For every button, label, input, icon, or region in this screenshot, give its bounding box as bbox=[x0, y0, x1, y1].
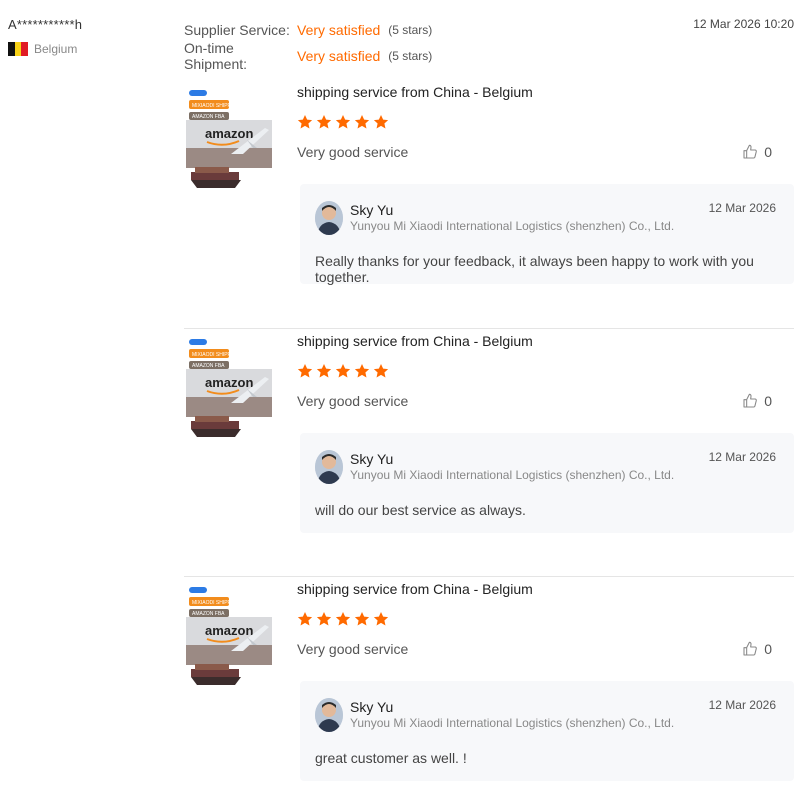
thumbs-up-icon bbox=[742, 641, 758, 657]
reply-date: 12 Mar 2026 bbox=[708, 201, 776, 215]
star-icon bbox=[373, 611, 389, 627]
helpful-button[interactable]: 0 bbox=[742, 641, 772, 657]
review-comment: Very good service bbox=[297, 393, 409, 409]
product-thumbnail[interactable]: MIXIAODI SHIPPING AMAZON FBA amazon bbox=[185, 88, 273, 192]
buyer-country-label: Belgium bbox=[34, 42, 78, 56]
star-icon bbox=[335, 114, 351, 130]
summary-value: Very satisfied bbox=[297, 48, 381, 64]
reply-company: Yunyou Mi Xiaodi International Logistics… bbox=[350, 219, 675, 233]
star-icon bbox=[354, 363, 370, 379]
star-icon bbox=[354, 114, 370, 130]
star-icon bbox=[316, 114, 332, 130]
reply-author-name: Sky Yu bbox=[350, 202, 394, 218]
supplier-reply: Sky Yu Yunyou Mi Xiaodi International Lo… bbox=[300, 681, 794, 781]
reply-date: 12 Mar 2026 bbox=[708, 450, 776, 464]
avatar bbox=[315, 698, 343, 732]
star-icon bbox=[297, 114, 313, 130]
product-title[interactable]: shipping service from China - Belgium bbox=[297, 333, 533, 349]
review-item: MIXIAODI SHIPPING AMAZON FBA amazon ship… bbox=[184, 576, 794, 800]
like-count: 0 bbox=[764, 144, 772, 160]
product-thumbnail[interactable]: MIXIAODI SHIPPING AMAZON FBA amazon bbox=[185, 337, 273, 441]
supplier-reply: Sky Yu Yunyou Mi Xiaodi International Lo… bbox=[300, 184, 794, 285]
review-date: 12 Mar 2026 10:20 bbox=[693, 17, 794, 31]
summary-label: On-time Shipment: bbox=[184, 40, 248, 72]
thumb-brand: amazon bbox=[205, 623, 253, 638]
thumb-brand: amazon bbox=[205, 126, 253, 141]
buyer-info: A***********h Belgium bbox=[8, 17, 168, 56]
star-icon bbox=[335, 611, 351, 627]
flag-stripe-black bbox=[8, 42, 15, 56]
on-time-shipment-row: On-time Shipment: Very satisfied (5 star… bbox=[184, 40, 794, 72]
flag-stripe-yellow bbox=[14, 42, 22, 56]
thumb-badge-2: AMAZON FBA bbox=[192, 114, 225, 120]
star-icon bbox=[297, 363, 313, 379]
review-comment: Very good service bbox=[297, 144, 409, 160]
thumb-badge-1: MIXIAODI SHIPPING bbox=[192, 600, 240, 606]
reply-text: great customer as well. ! bbox=[315, 750, 467, 766]
summary-stars: (5 stars) bbox=[388, 49, 433, 63]
reply-company: Yunyou Mi Xiaodi International Logistics… bbox=[350, 716, 675, 730]
summary-value: Very satisfied bbox=[297, 22, 381, 38]
supplier-reply: Sky Yu Yunyou Mi Xiaodi International Lo… bbox=[300, 433, 794, 533]
product-thumbnail[interactable]: MIXIAODI SHIPPING AMAZON FBA amazon bbox=[185, 585, 273, 689]
thumb-badge-2: AMAZON FBA bbox=[192, 363, 225, 369]
review-comment: Very good service bbox=[297, 641, 409, 657]
star-icon bbox=[316, 611, 332, 627]
product-title[interactable]: shipping service from China - Belgium bbox=[297, 84, 533, 100]
thumb-badge-2: AMAZON FBA bbox=[192, 611, 225, 617]
star-icon bbox=[335, 363, 351, 379]
star-rating bbox=[297, 363, 389, 379]
like-count: 0 bbox=[764, 393, 772, 409]
star-icon bbox=[316, 363, 332, 379]
belgium-flag-icon bbox=[8, 42, 29, 56]
review-list: MIXIAODI SHIPPING AMAZON FBA amazon ship… bbox=[184, 80, 794, 800]
reply-author-name: Sky Yu bbox=[350, 451, 394, 467]
summary-stars: (5 stars) bbox=[388, 23, 433, 37]
review-item: MIXIAODI SHIPPING AMAZON FBA amazon ship… bbox=[184, 80, 794, 328]
thumbs-up-icon bbox=[742, 144, 758, 160]
buyer-name: A***********h bbox=[8, 17, 83, 32]
summary-label: Supplier Service: bbox=[184, 22, 290, 38]
buyer-country: Belgium bbox=[8, 42, 168, 56]
helpful-button[interactable]: 0 bbox=[742, 393, 772, 409]
reply-company: Yunyou Mi Xiaodi International Logistics… bbox=[350, 468, 675, 482]
star-icon bbox=[373, 114, 389, 130]
thumb-brand: amazon bbox=[205, 375, 253, 390]
thumbs-up-icon bbox=[742, 393, 758, 409]
star-icon bbox=[297, 611, 313, 627]
thumb-badge-1: MIXIAODI SHIPPING bbox=[192, 352, 240, 358]
avatar bbox=[315, 201, 343, 235]
product-title[interactable]: shipping service from China - Belgium bbox=[297, 581, 533, 597]
star-icon bbox=[373, 363, 389, 379]
star-icon bbox=[354, 611, 370, 627]
star-rating bbox=[297, 611, 389, 627]
reply-date: 12 Mar 2026 bbox=[708, 698, 776, 712]
review-item: MIXIAODI SHIPPING AMAZON FBA amazon ship… bbox=[184, 328, 794, 576]
thumb-badge-1: MIXIAODI SHIPPING bbox=[192, 103, 240, 109]
helpful-button[interactable]: 0 bbox=[742, 144, 772, 160]
reply-author-name: Sky Yu bbox=[350, 699, 394, 715]
like-count: 0 bbox=[764, 641, 772, 657]
flag-stripe-red bbox=[21, 42, 29, 56]
avatar bbox=[315, 450, 343, 484]
reply-text: will do our best service as always. bbox=[315, 502, 526, 518]
star-rating bbox=[297, 114, 389, 130]
reply-text: Really thanks for your feedback, it alwa… bbox=[315, 253, 754, 285]
rating-summary: Supplier Service: Very satisfied (5 star… bbox=[184, 17, 794, 72]
